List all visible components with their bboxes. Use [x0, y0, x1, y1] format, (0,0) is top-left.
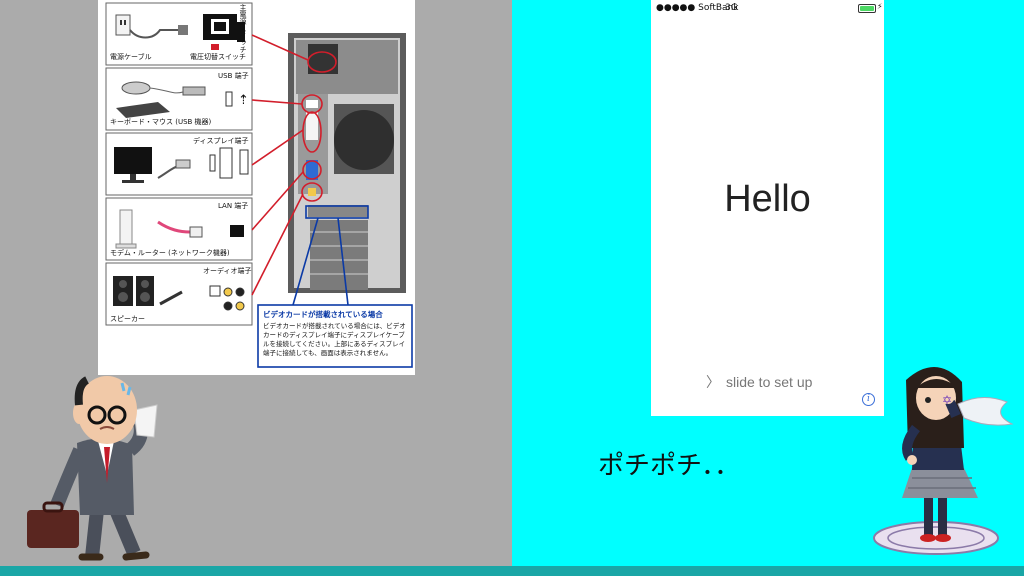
video-card-title: ビデオカードが搭載されている場合: [263, 310, 383, 319]
label-main-power-switch: 主電源スイッチ: [239, 4, 247, 53]
chevron-right-icon: 〉: [706, 374, 720, 390]
battery-icon: [858, 4, 876, 13]
vga-port-icon: [239, 149, 249, 175]
star-icon: ✡: [942, 393, 952, 407]
usb-port-icon: [225, 91, 233, 107]
power-outlet-icon: [115, 14, 131, 36]
handkerchief-icon: [133, 404, 158, 438]
label-audio-port: オーディオ端子: [203, 267, 252, 275]
label-speaker: スピーカー: [110, 315, 145, 323]
label-modem-router: モデム・ルーター (ネットワーク機器): [110, 249, 230, 257]
lan-port-icon: [230, 225, 244, 237]
label-lan-port: LAN 端子: [218, 202, 249, 210]
network-label: 3G: [725, 3, 738, 13]
businessman-illustration: [27, 376, 158, 561]
label-power-cable: 電源ケーブル: [110, 53, 152, 61]
status-bar: ●●●●● SoftBank 3G ⚡: [651, 0, 884, 16]
label-usb-port: USB 端子: [218, 72, 249, 80]
slide-label: slide to set up: [726, 374, 813, 390]
scarf-icon: [957, 397, 1014, 426]
charging-icon: ⚡: [877, 2, 883, 11]
label-voltage-switch: 電圧切替スイッチ: [190, 53, 246, 61]
pc-connection-manual: ⇡ 電源ケーブル 電圧切替スイッチ 主電源スイッチ USB 端子 キーボード・マ…: [98, 0, 415, 375]
dvi-port-icon: [219, 147, 233, 179]
hello-title: Hello: [724, 178, 811, 220]
power-socket-icon: [203, 14, 237, 40]
voltage-switch-icon: [211, 44, 219, 50]
hdmi-port-icon: [209, 154, 216, 172]
label-keyboard-mouse: キーボード・マウス (USB 機器): [110, 118, 212, 126]
usb-symbol-icon: ⇡: [238, 93, 249, 108]
caption-text: ポチポチ．．: [598, 451, 741, 481]
bottom-bar: [0, 566, 1024, 576]
slide-to-set-up[interactable]: 〉 slide to set up: [706, 372, 812, 392]
phone-setup-screen: ●●●●● SoftBank 3G ⚡ Hello 〉 slide to set …: [651, 0, 884, 416]
schoolgirl-illustration: ✡: [873, 366, 1014, 555]
label-display-port: ディスプレイ端子: [193, 137, 249, 145]
video-card-text: ビデオカードが搭載されている場合には、ビデオカードのディスプレイ端子にディスプレ…: [263, 322, 406, 357]
briefcase-icon: [27, 510, 79, 548]
